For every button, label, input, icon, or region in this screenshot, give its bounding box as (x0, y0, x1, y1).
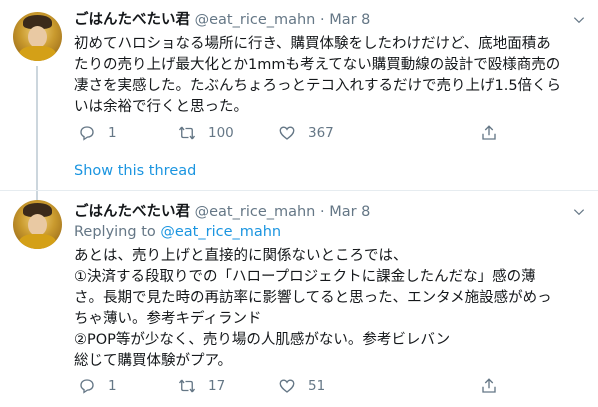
like-icon (279, 379, 295, 393)
avatar[interactable] (13, 200, 62, 249)
tweet-actions: 1 100 367 (74, 123, 574, 143)
tweet-text-line: 総じて購買体験がプア。 (74, 353, 233, 369)
tweet-text-line: 凄さを実感した。たぶんちょろっとテコ入れするだけで売り上げ1.5倍くら (74, 78, 562, 94)
share-button[interactable] (480, 376, 498, 396)
user-handle[interactable]: @eat_rice_mahn (195, 12, 316, 28)
display-name[interactable]: ごはんたべたい君 (74, 12, 190, 28)
tweet-header: ごはんたべたい君 @eat_rice_mahn · Mar 8 (74, 202, 370, 222)
tweet-date[interactable]: Mar 8 (329, 204, 370, 220)
replying-to: Replying to @eat_rice_mahn (74, 224, 281, 240)
tweet-text: 初めてハロショなる場所に行き、購買体験をしたわけだけど、底地面積あ たりの売り上… (74, 34, 589, 118)
avatar[interactable] (13, 12, 62, 61)
tweet-2[interactable]: ごはんたべたい君 @eat_rice_mahn · Mar 8 Replying… (0, 190, 598, 407)
display-name[interactable]: ごはんたべたい君 (74, 204, 190, 220)
reply-button[interactable]: 1 (78, 123, 117, 143)
tweet-actions: 1 17 51 (74, 376, 574, 396)
thread-line (36, 66, 38, 206)
tweet-text-line: いは余裕で行くと思った。 (74, 99, 248, 115)
tweet-date[interactable]: Mar 8 (329, 12, 370, 28)
like-button[interactable]: 51 (278, 376, 325, 396)
tweet-1[interactable]: ごはんたべたい君 @eat_rice_mahn · Mar 8 初めてハロショな… (0, 0, 598, 206)
like-icon (279, 126, 295, 140)
chevron-down-icon[interactable] (572, 205, 586, 219)
like-button[interactable]: 367 (278, 123, 334, 143)
reply-icon (80, 379, 94, 394)
like-count: 367 (308, 125, 334, 141)
retweet-icon (178, 379, 196, 393)
tweet-text-line: あとは、売り上げと直接的に関係ないところでは、 (74, 248, 408, 264)
reply-count: 1 (108, 378, 117, 394)
retweet-icon (178, 126, 196, 140)
retweet-button[interactable]: 100 (178, 123, 234, 143)
user-handle[interactable]: @eat_rice_mahn (195, 204, 316, 220)
tweet-text-line: ①決済する段取りでの「ハロープロジェクトに課金したんだな」感の薄 (74, 269, 536, 285)
chevron-down-icon[interactable] (572, 13, 586, 27)
share-icon (482, 125, 496, 140)
retweet-count: 17 (208, 378, 226, 394)
replying-to-label: Replying to (74, 224, 156, 240)
share-icon (482, 378, 496, 393)
tweet-text-line: さ。長期で見た時の再訪率に影響してると思った、エンタメ施設感がめっ (74, 290, 552, 306)
retweet-button[interactable]: 17 (178, 376, 225, 396)
replying-to-handle[interactable]: @eat_rice_mahn (160, 224, 281, 240)
like-count: 51 (308, 378, 326, 394)
reply-count: 1 (108, 125, 117, 141)
show-thread-link[interactable]: Show this thread (74, 163, 196, 179)
share-button[interactable] (480, 123, 498, 143)
tweet-text-line: 初めてハロショなる場所に行き、購買体験をしたわけだけど、底地面積あ (74, 36, 551, 52)
tweet-text-line: たりの売り上げ最大化とか1mmも考えてない購買動線の設計で殴様商売の (74, 57, 561, 73)
retweet-count: 100 (208, 125, 234, 141)
tweet-text: あとは、売り上げと直接的に関係ないところでは、 ①決済する段取りでの「ハロープロ… (74, 246, 589, 372)
tweet-text-line: ②POP等が少なく、売り場の人肌感がない。参考ビレバン (74, 332, 451, 348)
separator-dot: · (319, 204, 325, 220)
separator-dot: · (319, 12, 325, 28)
reply-button[interactable]: 1 (78, 376, 117, 396)
tweet-text-line: ちゃ薄い。参考キディランド (74, 311, 262, 327)
tweet-header: ごはんたべたい君 @eat_rice_mahn · Mar 8 (74, 10, 370, 30)
reply-icon (80, 126, 94, 141)
